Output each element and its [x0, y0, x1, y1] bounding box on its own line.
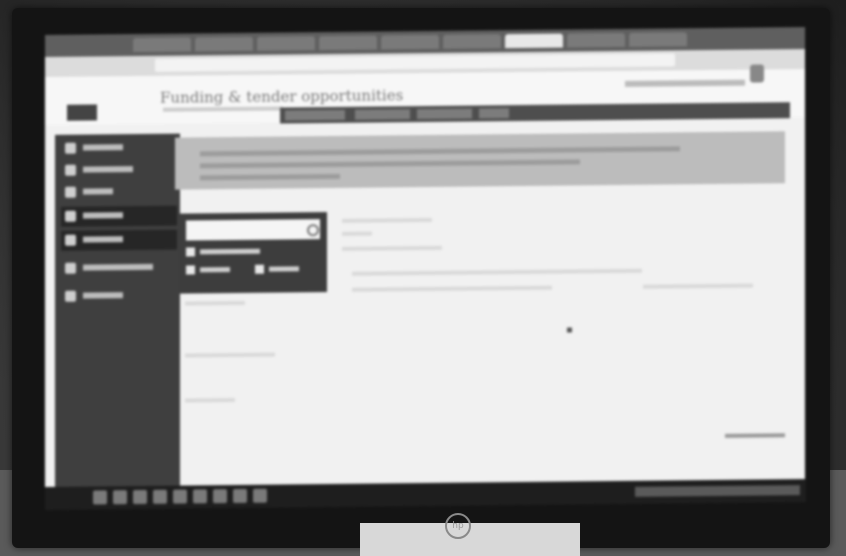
content-text-line	[352, 268, 642, 276]
browser-tab[interactable]	[133, 37, 191, 53]
filter-label	[185, 398, 235, 403]
checkbox-label	[200, 248, 260, 255]
scrollbar[interactable]	[725, 433, 785, 438]
browser-tab-active[interactable]	[505, 33, 563, 49]
document-icon	[65, 234, 76, 246]
app-icon[interactable]	[233, 488, 247, 504]
search-icon[interactable]	[307, 224, 319, 237]
browser-tab[interactable]	[629, 32, 687, 47]
content-heading	[342, 217, 432, 223]
monitor-screen: Funding & tender opportunities	[45, 27, 805, 510]
avatar[interactable]	[750, 64, 764, 83]
nav-item[interactable]	[479, 108, 509, 119]
gear-icon	[65, 262, 76, 274]
system-tray[interactable]	[635, 485, 800, 497]
page-title: Funding & tender opportunities	[160, 86, 404, 107]
app-icon[interactable]	[253, 488, 267, 503]
app-icon[interactable]	[173, 489, 187, 504]
folder-icon	[65, 186, 76, 198]
browser-tab[interactable]	[381, 34, 439, 50]
site-logo	[67, 104, 97, 121]
sidebar-item-label	[83, 144, 123, 151]
sidebar-item[interactable]	[61, 138, 177, 159]
filter-label	[185, 352, 275, 358]
search-input[interactable]	[186, 219, 320, 241]
app-icon[interactable]	[193, 489, 207, 504]
mouse-cursor	[567, 327, 572, 333]
sidebar-item-label	[83, 236, 123, 243]
app-icon[interactable]	[153, 489, 167, 504]
filter-label	[185, 300, 245, 306]
nav-item[interactable]	[285, 109, 345, 121]
browser-tab[interactable]	[257, 36, 315, 51]
sidebar-item[interactable]	[61, 182, 177, 203]
nav-item[interactable]	[355, 109, 410, 120]
document-icon	[65, 210, 76, 222]
browser-tab[interactable]	[195, 36, 253, 52]
checkbox-label	[200, 267, 230, 273]
content-text-line	[342, 231, 372, 236]
browser-tab[interactable]	[443, 34, 501, 49]
checkbox[interactable]	[186, 265, 195, 275]
sidebar-item-label	[83, 212, 123, 219]
sidebar-item[interactable]	[61, 286, 177, 307]
content-text-line	[352, 285, 552, 292]
app-icon[interactable]	[113, 490, 127, 505]
browser-tab[interactable]	[567, 32, 625, 48]
checkbox-label	[269, 266, 299, 272]
content-text-line	[643, 283, 753, 289]
user-icon	[65, 290, 76, 302]
sidebar-item-active[interactable]	[61, 205, 177, 227]
checkbox[interactable]	[186, 247, 195, 257]
sidebar-item-label	[83, 292, 123, 299]
sidebar-item[interactable]	[61, 160, 177, 181]
browser-tab[interactable]	[319, 35, 377, 51]
sidebar-item[interactable]	[61, 229, 177, 251]
start-icon[interactable]	[93, 490, 107, 505]
nav-item[interactable]	[417, 108, 472, 120]
sidebar-item-label	[83, 263, 153, 271]
content-text-line	[342, 245, 442, 251]
app-icon[interactable]	[213, 489, 227, 504]
user-info[interactable]	[625, 79, 745, 87]
checkbox[interactable]	[255, 264, 264, 274]
sidebar-item[interactable]	[61, 258, 177, 279]
app-icon[interactable]	[133, 489, 147, 505]
brand-logo: hp	[445, 513, 471, 539]
menu-icon	[65, 142, 76, 154]
sidebar-item-label	[83, 166, 133, 173]
sidebar-item-label	[83, 188, 113, 195]
home-icon	[65, 164, 76, 176]
